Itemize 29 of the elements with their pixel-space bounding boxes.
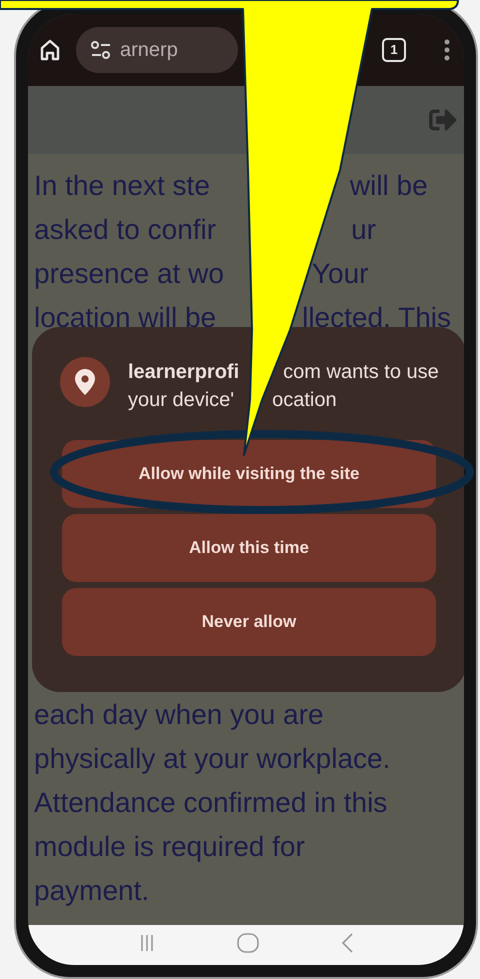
body-text: Attendance confirmed in this <box>34 786 388 820</box>
site-name: learnerprofi <box>128 360 240 385</box>
tune-icon[interactable] <box>90 40 112 60</box>
body-text: presence at wo <box>34 257 224 291</box>
more-options-icon[interactable] <box>444 39 450 61</box>
address-text: arnerp <box>120 38 178 63</box>
location-pin-icon <box>60 357 110 407</box>
body-text: location will be <box>34 301 216 335</box>
body-text: each day when you are <box>34 698 324 732</box>
address-bar[interactable]: arnerp <box>76 27 238 73</box>
body-text: ur <box>351 213 376 247</box>
home-button-icon[interactable] <box>237 933 259 953</box>
recent-apps-icon[interactable] <box>139 934 155 952</box>
body-text: will be <box>350 169 428 203</box>
body-text: physically at your workplace. <box>34 742 390 776</box>
body-text: module is required for <box>34 830 305 864</box>
home-icon[interactable] <box>38 38 62 62</box>
body-text: asked to confir <box>34 213 216 247</box>
permission-button[interactable]: Never allow <box>62 588 436 656</box>
body-text: In the next ste <box>34 169 210 203</box>
dialog-message: ocation <box>272 388 337 413</box>
dialog-message: your device' <box>128 388 234 413</box>
body-text: llected. This <box>302 301 451 335</box>
permission-button[interactable]: Allow this time <box>62 514 436 582</box>
back-icon[interactable] <box>341 933 353 953</box>
tab-count[interactable]: 1 <box>382 38 406 62</box>
body-text: Your <box>312 257 368 291</box>
body-text: payment. <box>34 874 150 908</box>
dialog-message: com wants to use <box>283 360 439 385</box>
